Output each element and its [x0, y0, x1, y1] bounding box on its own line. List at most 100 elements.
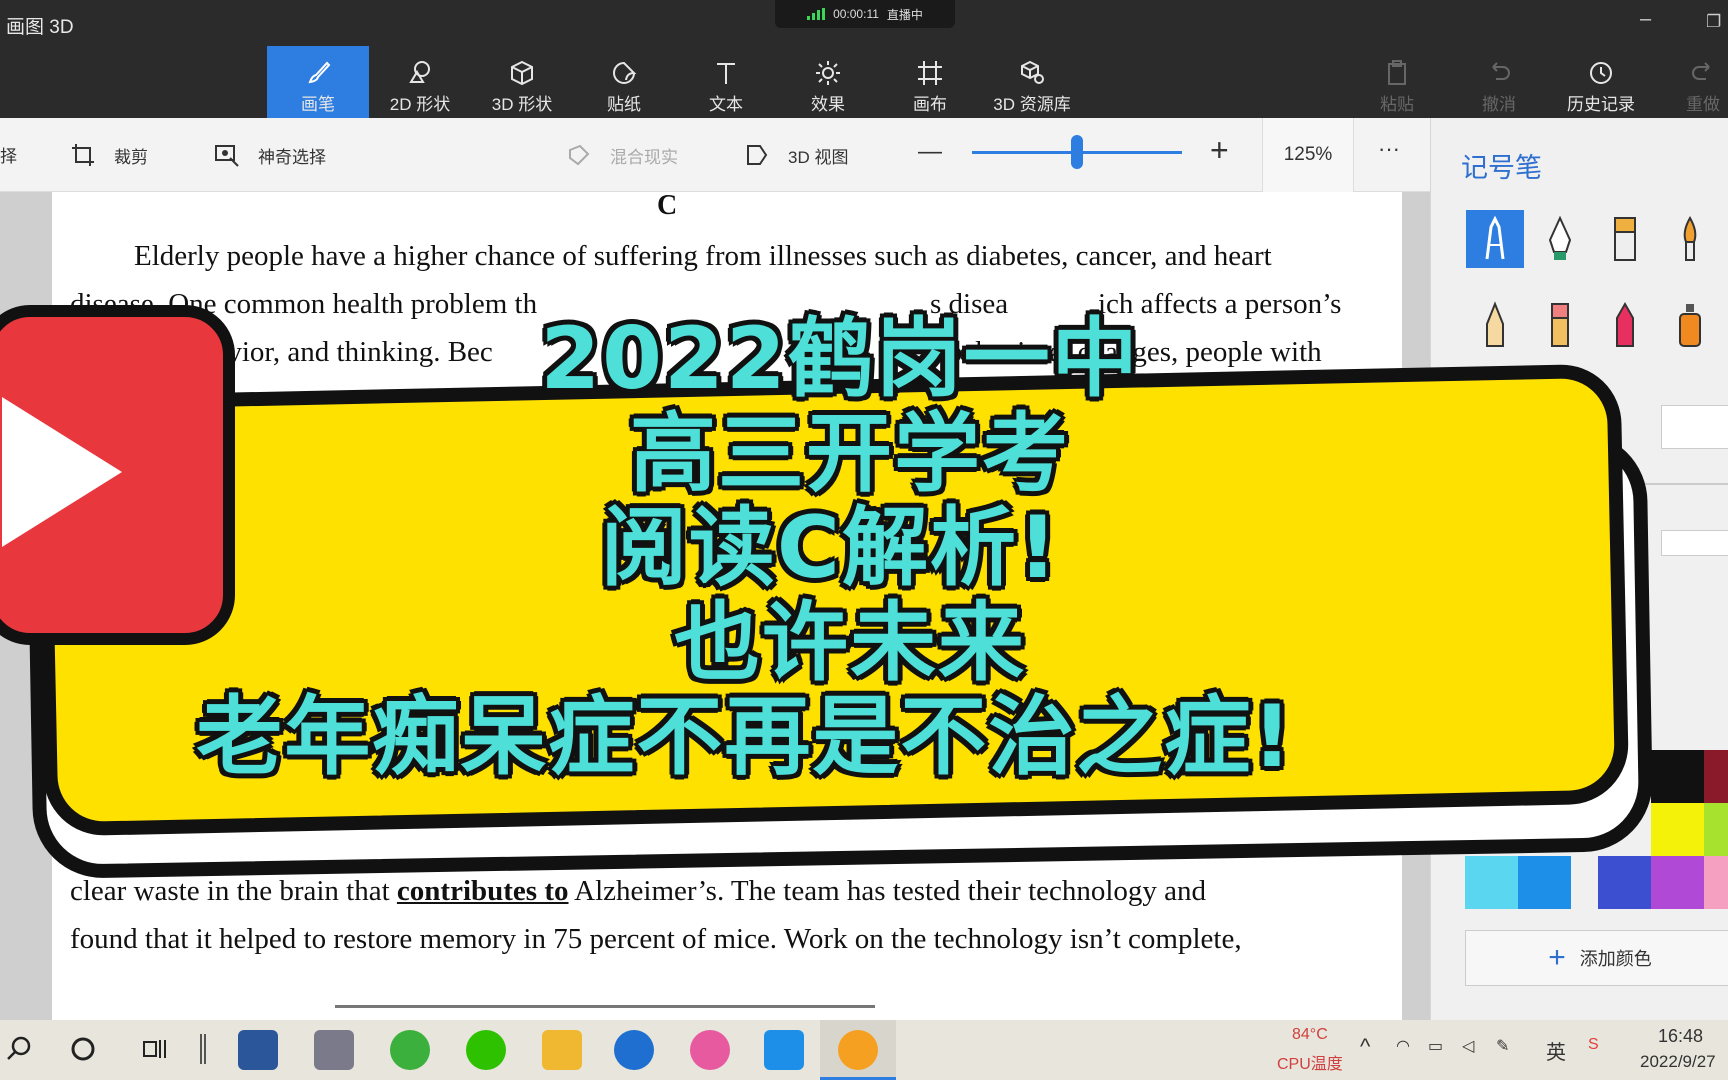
opacity-input[interactable]: [1661, 530, 1728, 556]
pen-underline-stroke: [335, 1005, 875, 1008]
magic-select-button[interactable]: 神奇选择: [214, 142, 326, 168]
tool-canvas[interactable]: 画布: [879, 46, 981, 118]
doc-line-6: found that it helped to restore memory i…: [70, 923, 1242, 955]
tool-3d-library-label: 3D 资源库: [993, 95, 1071, 114]
title-bar: 画图 3D 00:00:11 直播中 – ❐: [0, 0, 1728, 46]
color-swatch-indigo[interactable]: [1598, 856, 1651, 909]
history-button[interactable]: 历史记录: [1550, 46, 1652, 118]
add-color-button[interactable]: + 添加颜色: [1465, 930, 1728, 986]
paint3d-icon[interactable]: [690, 1030, 730, 1070]
wechat-icon[interactable]: [466, 1030, 506, 1070]
panel-title: 记号笔: [1461, 153, 1542, 183]
redo-icon: [1692, 62, 1710, 80]
marker-icon: [1485, 215, 1505, 260]
clock-time[interactable]: 16:48: [1658, 1026, 1703, 1047]
sogou-icon[interactable]: S: [1588, 1036, 1599, 1054]
tool-effects[interactable]: 效果: [777, 46, 879, 118]
tool-shapes-2d-label: 2D 形状: [389, 95, 451, 114]
color-swatch-yellow[interactable]: [1651, 803, 1704, 856]
zoom-out-label: —: [918, 138, 942, 165]
recording-time: 00:00:11: [833, 7, 879, 21]
tool-stickers-label: 贴纸: [607, 95, 641, 114]
calligraphy-pen-brush[interactable]: [1531, 210, 1589, 268]
more-button[interactable]: ···: [1378, 136, 1400, 162]
tool-brush[interactable]: 画笔: [267, 46, 369, 118]
undo-icon: [1492, 62, 1510, 80]
wifi-icon[interactable]: ◠: [1396, 1036, 1410, 1056]
oil-brush-icon: [1614, 217, 1636, 261]
mixed-reality-label: 混合现实: [610, 147, 678, 167]
clock-date[interactable]: 2022/9/27: [1640, 1052, 1716, 1072]
sun-icon: [816, 61, 840, 85]
zoom-level-box[interactable]: 125%: [1262, 118, 1354, 192]
main-toolbar: 画笔 2D 形状 3D 形状 贴纸 文本 效果 画布 3D 资源库 粘贴 撤消 …: [0, 46, 1728, 118]
doc-underlined-phrase: contributes to: [396, 875, 569, 907]
tool-text-label: 文本: [709, 95, 743, 114]
active-app-slot[interactable]: [820, 1020, 896, 1080]
battery-icon[interactable]: ▭: [1428, 1036, 1443, 1056]
oil-brush[interactable]: [1596, 210, 1654, 268]
library-icon: [1021, 60, 1044, 84]
maximize-icon[interactable]: ❐: [1706, 12, 1721, 32]
view-3d-icon: [747, 145, 768, 165]
brush-icon: [308, 61, 331, 84]
add-color-label: 添加颜色: [1579, 949, 1652, 969]
signal-icon: [807, 8, 826, 20]
tool-shapes-3d[interactable]: 3D 形状: [471, 46, 573, 118]
doc-heading: C: [657, 190, 678, 221]
zoom-slider-thumb[interactable]: [1071, 135, 1083, 169]
recorder-icon[interactable]: [314, 1030, 354, 1070]
task-view-icon[interactable]: [140, 1034, 170, 1064]
zoom-in-label: +: [1210, 132, 1229, 168]
recording-app-icon[interactable]: [838, 1030, 878, 1070]
chevron-up-icon[interactable]: ^: [1360, 1034, 1370, 1060]
tool-3d-library[interactable]: 3D 资源库: [981, 46, 1083, 118]
cpu-temp: 84°C: [1292, 1026, 1328, 1043]
tool-stickers[interactable]: 贴纸: [573, 46, 675, 118]
paste-button[interactable]: 粘贴: [1346, 46, 1448, 118]
zoom-out-button[interactable]: —: [918, 138, 942, 166]
undo-button[interactable]: 撤消: [1448, 46, 1550, 118]
mixed-reality-button[interactable]: 混合现实: [566, 142, 678, 168]
color-swatch-lime[interactable]: [1704, 803, 1728, 856]
redo-button[interactable]: 重做: [1652, 46, 1728, 118]
color-swatch-pink[interactable]: [1704, 856, 1728, 909]
secondary-toolbar: 择 裁剪 神奇选择 混合现实 3D 视图 — + 125% ···: [0, 118, 1430, 192]
minimize-icon[interactable]: –: [1640, 8, 1651, 31]
marker-brush[interactable]: [1466, 210, 1524, 268]
zoom-in-button[interactable]: +: [1210, 132, 1229, 169]
mixed-reality-icon: [569, 144, 590, 166]
crop-button[interactable]: 裁剪: [70, 142, 148, 168]
canvas-icon: [918, 61, 942, 85]
browser-icon[interactable]: [390, 1030, 430, 1070]
tool-effects-label: 效果: [811, 95, 845, 114]
tool-brush-label: 画笔: [301, 95, 335, 114]
view-3d-button[interactable]: 3D 视图: [744, 142, 848, 168]
word-icon[interactable]: [238, 1030, 278, 1070]
undo-label: 撤消: [1482, 95, 1516, 114]
file-explorer-icon[interactable]: [542, 1030, 582, 1070]
tool-shapes-2d[interactable]: 2D 形状: [369, 46, 471, 118]
color-swatch-purple[interactable]: [1651, 856, 1704, 909]
cortana-icon[interactable]: [68, 1034, 98, 1064]
volume-icon[interactable]: ◁: [1462, 1036, 1474, 1056]
video-app-icon[interactable]: [614, 1030, 654, 1070]
history-label: 历史记录: [1567, 95, 1635, 114]
tool-text[interactable]: 文本: [675, 46, 777, 118]
color-swatch-black[interactable]: [1651, 750, 1704, 803]
feishu-icon[interactable]: [764, 1030, 804, 1070]
doc-line-5b: Alzheimer’s. The team has tested their t…: [568, 875, 1207, 907]
recording-status: 直播中: [886, 7, 923, 22]
history-icon: [1590, 62, 1612, 84]
doc-line-5: clear waste in the brain that contribute…: [70, 875, 1206, 908]
search-icon[interactable]: [4, 1034, 34, 1064]
ime-indicator[interactable]: 英: [1546, 1036, 1566, 1065]
color-swatch-cyan[interactable]: [1465, 856, 1518, 909]
select-button[interactable]: 择: [0, 142, 17, 167]
watercolor-brush[interactable]: [1661, 210, 1719, 268]
pen-icon[interactable]: ✎: [1496, 1036, 1509, 1056]
color-swatch-blue[interactable]: [1518, 856, 1571, 909]
color-swatch-maroon[interactable]: [1704, 750, 1728, 803]
shapes-2d-icon: [409, 61, 430, 83]
more-label: ···: [1378, 136, 1400, 161]
